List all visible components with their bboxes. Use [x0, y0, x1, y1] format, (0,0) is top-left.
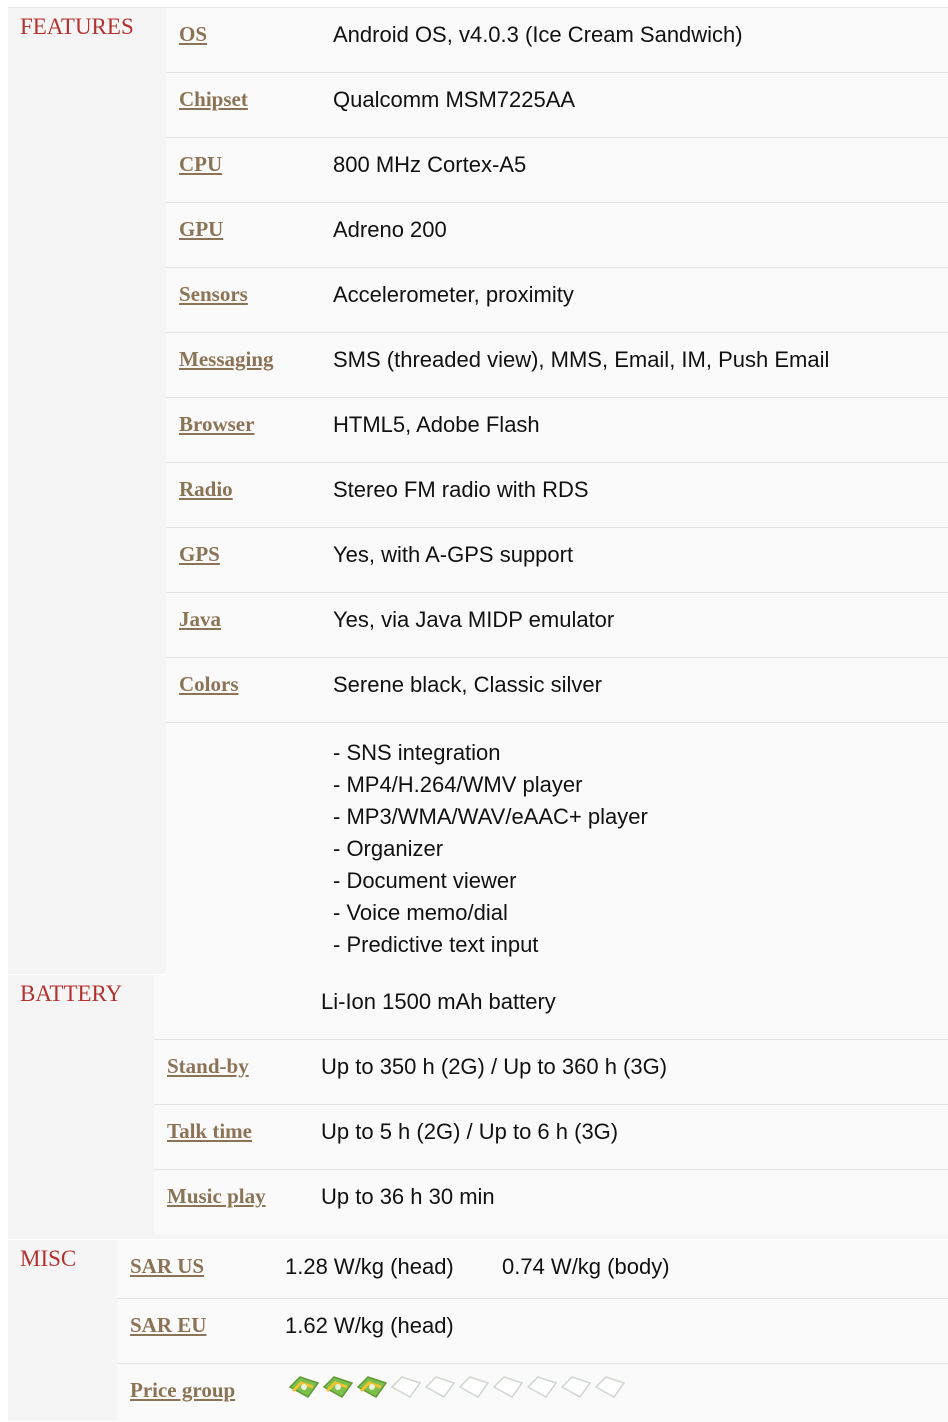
battery-type-value: Li-Ion 1500 mAh battery	[321, 989, 556, 1014]
features-section: FEATURES OS Android OS, v4.0.3 (Ice Crea…	[8, 8, 948, 978]
standby-link[interactable]: Stand-by	[167, 1054, 249, 1079]
list-item: - Voice memo/dial	[333, 900, 508, 925]
money-icon-empty	[594, 1376, 626, 1398]
list-item: - Organizer	[333, 836, 444, 861]
sensors-link[interactable]: Sensors	[179, 282, 248, 307]
sensors-value: Accelerometer, proximity	[333, 282, 574, 307]
chipset-link[interactable]: Chipset	[179, 87, 248, 112]
spec-row-colors: Colors Serene black, Classic silver	[166, 658, 948, 723]
battery-title: BATTERY	[20, 981, 123, 1006]
colors-value: Serene black, Classic silver	[333, 672, 602, 697]
features-title: FEATURES	[20, 14, 134, 39]
money-icon-empty	[424, 1376, 456, 1398]
spec-row-cpu: CPU 800 MHz Cortex-A5	[166, 138, 948, 203]
money-icon-empty	[390, 1376, 422, 1398]
sar-eu-value: 1.62 W/kg (head)	[285, 1313, 454, 1338]
music-play-link[interactable]: Music play	[167, 1184, 266, 1209]
battery-type-row: Li-Ion 1500 mAh battery	[154, 975, 948, 1040]
browser-link[interactable]: Browser	[179, 412, 254, 437]
spec-row-sar-us: SAR US 1.28 W/kg (head) 0.74 W/kg (body)	[117, 1240, 948, 1299]
spec-row-chipset: Chipset Qualcomm MSM7225AA	[166, 73, 948, 138]
spec-row-sensors: Sensors Accelerometer, proximity	[166, 268, 948, 333]
money-icon-empty	[492, 1376, 524, 1398]
misc-title: MISC	[20, 1246, 77, 1271]
java-value: Yes, via Java MIDP emulator	[333, 607, 615, 632]
money-icon-empty	[560, 1376, 592, 1398]
money-icon-filled	[322, 1376, 354, 1398]
talk-time-link[interactable]: Talk time	[167, 1119, 252, 1144]
features-rows: OS Android OS, v4.0.3 (Ice Cream Sandwic…	[166, 8, 948, 978]
spec-row-standby: Stand-by Up to 350 h (2G) / Up to 360 h …	[154, 1040, 948, 1105]
talk-time-value: Up to 5 h (2G) / Up to 6 h (3G)	[321, 1119, 619, 1144]
spec-row-price-group: Price group	[117, 1364, 948, 1422]
spec-row-extras: - SNS integration - MP4/H.264/WMV player…	[166, 723, 948, 978]
spec-row-gpu: GPU Adreno 200	[166, 203, 948, 268]
extra-features-list: - SNS integration - MP4/H.264/WMV player…	[333, 737, 648, 961]
battery-section: BATTERY Li-Ion 1500 mAh battery Stand-by…	[8, 975, 948, 1239]
spec-row-talk-time: Talk time Up to 5 h (2G) / Up to 6 h (3G…	[154, 1105, 948, 1170]
sar-us-body-value: 0.74 W/kg (body)	[502, 1254, 670, 1279]
java-link[interactable]: Java	[179, 607, 221, 632]
cpu-value: 800 MHz Cortex-A5	[333, 152, 527, 177]
list-item: - Predictive text input	[333, 932, 539, 957]
os-link[interactable]: OS	[179, 22, 207, 47]
radio-link[interactable]: Radio	[179, 477, 233, 502]
gps-value: Yes, with A-GPS support	[333, 542, 574, 567]
messaging-value: SMS (threaded view), MMS, Email, IM, Pus…	[333, 347, 830, 372]
spec-row-browser: Browser HTML5, Adobe Flash	[166, 398, 948, 463]
os-value: Android OS, v4.0.3 (Ice Cream Sandwich)	[333, 22, 743, 47]
spec-row-radio: Radio Stereo FM radio with RDS	[166, 463, 948, 528]
price-group-rating	[287, 1372, 626, 1402]
radio-value: Stereo FM radio with RDS	[333, 477, 589, 502]
spec-row-gps: GPS Yes, with A-GPS support	[166, 528, 948, 593]
gps-link[interactable]: GPS	[179, 542, 220, 567]
money-icon-empty	[526, 1376, 558, 1398]
list-item: - Document viewer	[333, 868, 517, 893]
list-item: - MP3/WMA/WAV/eAAC+ player	[333, 804, 648, 829]
spec-row-music-play: Music play Up to 36 h 30 min	[154, 1170, 948, 1234]
messaging-link[interactable]: Messaging	[179, 347, 274, 372]
music-play-value: Up to 36 h 30 min	[321, 1184, 495, 1209]
chipset-value: Qualcomm MSM7225AA	[333, 87, 576, 112]
browser-value: HTML5, Adobe Flash	[333, 412, 540, 437]
money-icon-empty	[458, 1376, 490, 1398]
sar-us-link[interactable]: SAR US	[130, 1254, 204, 1279]
standby-value: Up to 350 h (2G) / Up to 360 h (3G)	[321, 1054, 668, 1079]
cpu-link[interactable]: CPU	[179, 152, 222, 177]
sar-us-head-value: 1.28 W/kg (head)	[285, 1254, 454, 1279]
spec-row-os: OS Android OS, v4.0.3 (Ice Cream Sandwic…	[166, 8, 948, 73]
money-icon-filled	[356, 1376, 388, 1398]
battery-rows: Li-Ion 1500 mAh battery Stand-by Up to 3…	[154, 975, 948, 1234]
spec-row-messaging: Messaging SMS (threaded view), MMS, Emai…	[166, 333, 948, 398]
money-icon-filled	[288, 1376, 320, 1398]
gpu-value: Adreno 200	[333, 217, 447, 242]
price-group-link[interactable]: Price group	[130, 1378, 235, 1403]
gpu-link[interactable]: GPU	[179, 217, 223, 242]
misc-section: MISC SAR US 1.28 W/kg (head) 0.74 W/kg (…	[8, 1240, 948, 1422]
spec-row-java: Java Yes, via Java MIDP emulator	[166, 593, 948, 658]
sar-eu-link[interactable]: SAR EU	[130, 1313, 206, 1338]
list-item: - MP4/H.264/WMV player	[333, 772, 583, 797]
colors-link[interactable]: Colors	[179, 672, 239, 697]
list-item: - SNS integration	[333, 740, 501, 765]
spec-row-sar-eu: SAR EU 1.62 W/kg (head)	[117, 1299, 948, 1364]
misc-rows: SAR US 1.28 W/kg (head) 0.74 W/kg (body)…	[117, 1240, 948, 1422]
